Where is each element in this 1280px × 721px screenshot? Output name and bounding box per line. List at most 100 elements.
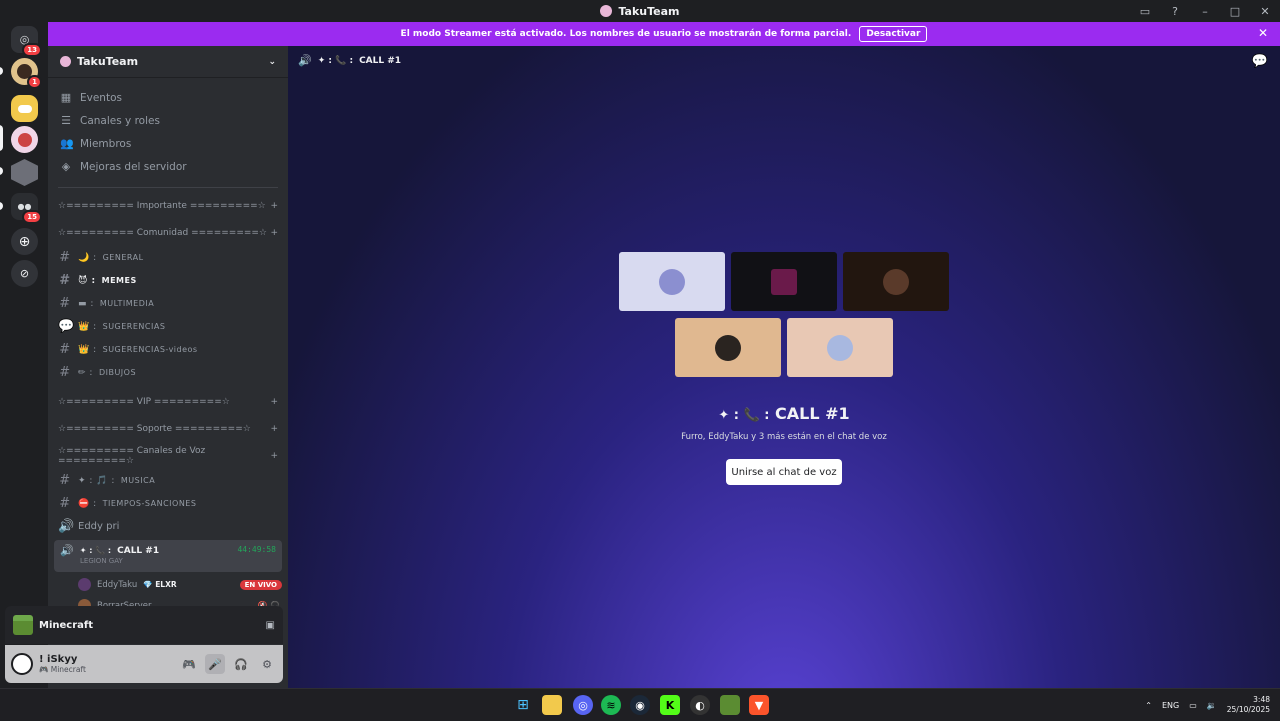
participant-tile[interactable] (731, 252, 837, 311)
chevron-up-icon[interactable]: ⌃ (1145, 701, 1152, 710)
participant-tile[interactable] (675, 318, 781, 377)
unread-indicator (0, 167, 3, 175)
direct-messages-button[interactable]: ◎ 13 (11, 26, 42, 57)
category-vip[interactable]: ☆========= VIP =========☆ + (48, 388, 288, 415)
language-indicator[interactable]: ENG (1162, 701, 1179, 710)
plus-icon[interactable]: + (270, 424, 278, 434)
browser-icon[interactable]: ◐ (690, 695, 710, 715)
channel-sugerencias-videos[interactable]: # 👑 : SUGERENCIAS-videos (48, 338, 288, 361)
user-status: 🎮 Minecraft (39, 665, 86, 674)
plus-icon: ⊕ (18, 233, 31, 250)
plus-icon[interactable]: + (270, 397, 278, 407)
voice-channel-call1[interactable]: 🔊 ✦ : 📞 : CALL #1 LEGION GAY 44:49:58 (54, 540, 282, 572)
speaker-icon: 🔊 (58, 519, 75, 534)
chevron-down-icon: ⌄ (268, 56, 276, 67)
clock[interactable]: 3:48 25/10/2025 (1227, 695, 1270, 715)
server-icon (600, 5, 613, 17)
file-explorer-icon[interactable] (542, 695, 562, 715)
forum-icon: 💬 (58, 319, 75, 334)
channel-memes[interactable]: # 😈 : MEMES (48, 269, 288, 292)
channel-general[interactable]: # 🌙 : GENERAL (48, 246, 288, 269)
category-importante[interactable]: ☆========= Importante =========☆ + (48, 192, 288, 219)
channel-sidebar: TakuTeam ⌄ ▦ Eventos ☰ Canales y roles 👥 Mi… (48, 46, 288, 688)
menu-item-canales-roles[interactable]: ☰ Canales y roles (48, 109, 288, 132)
mic-muted-button[interactable]: 🎤 (205, 654, 225, 674)
category-soporte[interactable]: ☆========= Soporte =========☆ + (48, 415, 288, 442)
headphones-button[interactable]: 🎧 (231, 654, 251, 674)
list-icon: ☰ (61, 114, 71, 127)
server-list: ◎ 13 1 ●● 15 ⊕ ⊘ (0, 22, 48, 688)
members-icon: 👥 (60, 137, 74, 150)
emoji-icon: 👑 : (78, 321, 97, 332)
avatar (78, 578, 91, 591)
channel-multimedia[interactable]: # ▬ : MULTIMEDIA (48, 292, 288, 315)
add-server-button[interactable]: ⊕ (11, 228, 38, 255)
server-icon (60, 56, 71, 67)
emoji-icon: 👑 : (78, 344, 97, 355)
server-icon-1[interactable]: 1 (11, 58, 42, 89)
inbox-icon[interactable]: ▭ (1130, 0, 1160, 22)
user-panel: ! iSkyy 🎮 Minecraft 🎮 🎤 🎧 ⚙ (5, 645, 283, 683)
emoji-icon: ▬ : (78, 298, 94, 309)
server-header[interactable]: TakuTeam ⌄ (48, 46, 288, 78)
activity-panel[interactable]: Minecraft ▣ (5, 606, 283, 644)
plus-icon[interactable]: + (270, 228, 278, 238)
minimize-button[interactable]: – (1190, 0, 1220, 22)
discord-app-icon[interactable]: ◎ (573, 695, 593, 715)
plus-icon[interactable]: + (270, 201, 278, 211)
participant-tile[interactable] (843, 252, 949, 311)
avatar[interactable] (11, 653, 33, 675)
participant-tile[interactable] (619, 252, 725, 311)
maximize-button[interactable]: □ (1220, 0, 1250, 22)
gamepad-icon[interactable]: 🎮 (179, 654, 199, 674)
close-window-button[interactable]: ✕ (1250, 0, 1280, 22)
server-folder[interactable]: ●● 15 (11, 193, 42, 224)
help-icon[interactable]: ? (1160, 0, 1190, 22)
volume-icon[interactable]: 🔉 (1207, 701, 1217, 710)
emoji-icon: ✦ : 🎵 : (78, 475, 115, 486)
window-title: TakuTeam (600, 5, 680, 18)
avatar (17, 132, 32, 147)
category-voz[interactable]: ☆========= Canales de Voz =========☆ + (48, 442, 288, 469)
chat-icon[interactable]: 💬 (1252, 54, 1268, 69)
menu-item-miembros[interactable]: 👥 Miembros (48, 132, 288, 155)
spotify-icon[interactable]: ≋ (601, 695, 621, 715)
hash-icon: # (59, 296, 71, 311)
boost-icon: ◈ (61, 160, 71, 173)
category-comunidad[interactable]: ☆========= Comunidad =========☆ + (48, 219, 288, 246)
brave-icon[interactable]: ▼ (749, 695, 769, 715)
voice-channel-eddy[interactable]: 🔊 Eddy pri (48, 515, 288, 538)
avatar (883, 268, 909, 295)
windows-start-icon[interactable]: ⊞ (513, 695, 533, 715)
channel-tiempos-sanciones[interactable]: # ⛔ : TIEMPOS-SANCIONES (48, 492, 288, 515)
join-voice-button[interactable]: Unirse al chat de voz (726, 459, 842, 485)
steam-icon[interactable]: ◉ (630, 695, 650, 715)
menu-item-mejoras[interactable]: ◈ Mejoras del servidor (48, 155, 288, 178)
emoji-icon: 🌙 : (78, 252, 97, 263)
selected-indicator (0, 125, 3, 151)
menu-item-eventos[interactable]: ▦ Eventos (48, 86, 288, 109)
plus-icon[interactable]: + (270, 451, 278, 461)
server-icon-3[interactable] (11, 159, 38, 186)
participant-tile[interactable] (787, 318, 893, 377)
settings-button[interactable]: ⚙ (257, 654, 277, 674)
network-icon[interactable]: ▭ (1189, 701, 1197, 710)
kick-icon[interactable]: K (660, 695, 680, 715)
server-icon-2[interactable] (11, 95, 38, 122)
title-bar: TakuTeam ▭ ? – □ ✕ (0, 0, 1280, 22)
close-icon[interactable]: ✕ (1258, 26, 1268, 40)
channel-dibujos[interactable]: # ✏ : DIBUJOS (48, 361, 288, 384)
calendar-icon: ▦ (60, 91, 72, 104)
minecraft-app-icon[interactable] (720, 695, 740, 715)
server-icon-takuteam[interactable] (11, 126, 38, 153)
hash-icon: # (59, 273, 71, 288)
notification-badge: 1 (27, 75, 42, 89)
channel-musica[interactable]: # ✦ : 🎵 : MUSICA (48, 469, 288, 492)
call-title: ✦ : 📞 : CALL #1 (718, 404, 850, 423)
voice-user[interactable]: EddyTaku 💎 ELXR EN VIVO (48, 574, 288, 595)
channel-sugerencias[interactable]: 💬 👑 : SUGERENCIAS (48, 315, 288, 338)
deactivate-button[interactable]: Desactivar (859, 26, 928, 42)
screen-share-icon[interactable]: ▣ (266, 620, 275, 631)
discover-button[interactable]: ⊘ (11, 260, 38, 287)
banner-text: El modo Streamer está activado. Los nomb… (400, 29, 852, 39)
